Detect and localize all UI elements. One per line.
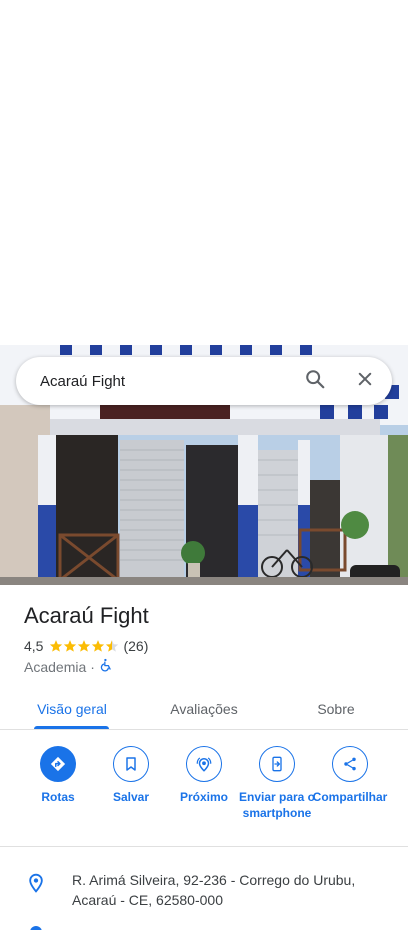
save-button[interactable]: Salvar xyxy=(91,746,171,805)
directions-label: Rotas xyxy=(41,790,75,804)
place-title: Acaraú Fight xyxy=(24,603,149,628)
place-category[interactable]: Academia xyxy=(24,659,86,675)
star-rating xyxy=(49,639,119,653)
star-icon xyxy=(64,640,77,652)
send-to-phone-button[interactable]: Enviar para o smartphone xyxy=(237,746,317,821)
separator: · xyxy=(90,658,95,675)
nearby-label: Próximo xyxy=(179,790,228,804)
directions-icon xyxy=(40,746,76,782)
rating-value: 4,5 xyxy=(24,638,44,654)
action-bar: Rotas Salvar Próximo Enviar para o smart… xyxy=(0,730,408,847)
address-row[interactable]: R. Arimá Silveira, 92-236 - Corrego do U… xyxy=(0,862,408,922)
address-text: R. Arimá Silveira, 92-236 - Corrego do U… xyxy=(72,870,382,910)
tab-about[interactable]: Sobre xyxy=(296,688,376,730)
close-icon xyxy=(356,370,374,393)
tab-bar: Visão geral Avaliações Sobre xyxy=(0,688,408,730)
star-icon xyxy=(78,640,91,652)
half-star-icon xyxy=(106,640,119,652)
nearby-icon xyxy=(186,746,222,782)
star-icon xyxy=(92,640,105,652)
wheelchair-icon xyxy=(99,658,113,675)
tab-reviews[interactable]: Avaliações xyxy=(150,688,258,730)
reviews-count[interactable]: (26) xyxy=(123,638,148,654)
location-pin-icon xyxy=(26,872,46,899)
directions-button[interactable]: Rotas xyxy=(18,746,98,805)
next-row-icon xyxy=(30,926,42,930)
share-icon xyxy=(332,746,368,782)
address-line-1: R. Arimá Silveira, 92-236 - Corrego do U… xyxy=(72,872,356,888)
save-label: Salvar xyxy=(112,790,150,804)
search-button[interactable] xyxy=(301,367,329,395)
search-bar xyxy=(16,357,392,405)
share-button[interactable]: Compartilhar xyxy=(310,746,390,805)
address-line-2: Acaraú - CE, 62580-000 xyxy=(72,892,223,908)
tab-overview[interactable]: Visão geral xyxy=(20,688,124,730)
rating-row[interactable]: 4,5 (26) xyxy=(24,638,148,654)
bookmark-icon xyxy=(113,746,149,782)
share-label: Compartilhar xyxy=(312,790,388,804)
active-tab-indicator xyxy=(34,726,109,729)
nearby-button[interactable]: Próximo xyxy=(164,746,244,805)
search-icon xyxy=(304,368,326,395)
send-to-phone-label: Enviar para o smartphone xyxy=(238,790,316,820)
category-row: Academia · xyxy=(24,658,113,675)
search-input[interactable] xyxy=(40,357,290,405)
star-icon xyxy=(50,640,63,652)
clear-search-button[interactable] xyxy=(351,367,379,395)
send-to-phone-icon xyxy=(259,746,295,782)
